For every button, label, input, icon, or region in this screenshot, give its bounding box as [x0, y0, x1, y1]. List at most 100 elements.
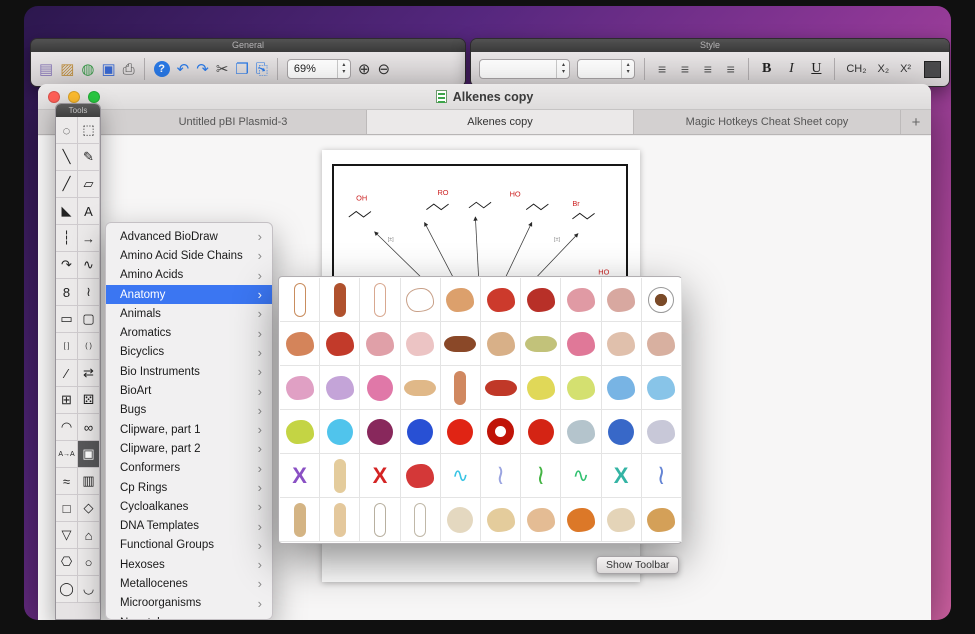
- clipart-blood-cells[interactable]: [521, 410, 561, 454]
- clipart-ear-2[interactable]: [642, 322, 682, 366]
- print-button[interactable]: ⎙: [123, 62, 135, 77]
- menu-item-advanced-biodraw[interactable]: Advanced BioDraw›: [106, 227, 272, 246]
- redo-button[interactable]: ↷: [196, 62, 209, 77]
- clipart-foot[interactable]: [521, 498, 561, 542]
- menu-item-anatomy[interactable]: Anatomy›: [106, 285, 272, 304]
- clipart-heart-section[interactable]: [521, 278, 561, 322]
- triangle-shape-tool[interactable]: ▽: [56, 522, 78, 549]
- bond-alt-tool[interactable]: ╱: [56, 171, 78, 198]
- shade-tool[interactable]: ▥: [78, 468, 100, 495]
- italic-button[interactable]: I: [783, 61, 801, 77]
- square-shape-tool[interactable]: □: [56, 495, 78, 522]
- clipart-pelvis[interactable]: [642, 498, 682, 542]
- clipart-body-silhouette[interactable]: [360, 278, 400, 322]
- zoom-in-button[interactable]: ⊕: [358, 60, 371, 78]
- menu-item-bicyclics[interactable]: Bicyclics›: [106, 343, 272, 362]
- clipart-skeleton-small[interactable]: [401, 498, 441, 542]
- zoom-window-button[interactable]: [88, 91, 100, 103]
- clipart-chromosomes-purple[interactable]: X: [280, 454, 320, 498]
- show-toolbar-button[interactable]: Show Toolbar: [596, 556, 679, 574]
- clipart-eye[interactable]: [642, 278, 682, 322]
- zoom-stepper[interactable]: ▴▾: [337, 60, 350, 78]
- clipart-head-profile[interactable]: [401, 278, 441, 322]
- subscript-button[interactable]: X₂: [875, 63, 891, 75]
- font-stepper[interactable]: ▴▾: [556, 60, 569, 78]
- menu-item-amino-acids[interactable]: Amino Acids›: [106, 266, 272, 285]
- wavy-line-tool[interactable]: ≈: [56, 468, 78, 495]
- clipart-nose[interactable]: [602, 322, 642, 366]
- menu-item-metallocenes[interactable]: Metallocenes›: [106, 574, 272, 593]
- menu-item-bio-instruments[interactable]: Bio Instruments›: [106, 362, 272, 381]
- new-tab-button[interactable]: +: [901, 110, 931, 134]
- circle-shape-tool[interactable]: ○: [78, 549, 100, 576]
- tab-alkenes-copy[interactable]: Alkenes copy: [367, 110, 634, 134]
- clipart-chromosome-teal[interactable]: X: [602, 454, 642, 498]
- text-tool[interactable]: A: [78, 198, 100, 225]
- color-well[interactable]: [924, 61, 941, 78]
- solid-bond-tool[interactable]: ╲: [56, 144, 78, 171]
- clipart-muscular-figure[interactable]: [320, 278, 360, 322]
- align-center-button[interactable]: ≡: [677, 61, 693, 77]
- slash-tool[interactable]: ∕: [56, 360, 78, 387]
- hexagon-shape-tool[interactable]: ⎔: [56, 549, 78, 576]
- curved-arrow-tool[interactable]: ↷: [56, 252, 78, 279]
- zoom-combobox[interactable]: 69% ▴▾: [287, 59, 351, 79]
- clipart-muscle[interactable]: [481, 366, 521, 410]
- rectangle-tool[interactable]: ▭: [56, 306, 78, 333]
- menu-item-cycloalkanes[interactable]: Cycloalkanes›: [106, 497, 272, 516]
- save-button[interactable]: ▣: [101, 62, 115, 77]
- arc-tool[interactable]: ◠: [56, 414, 78, 441]
- eraser-tool[interactable]: ▱: [78, 171, 100, 198]
- copy-button[interactable]: ❐: [235, 62, 248, 77]
- menu-item-dna-templates[interactable]: DNA Templates›: [106, 516, 272, 535]
- open-document-button[interactable]: ▨: [60, 62, 74, 77]
- font-combobox[interactable]: ▴▾: [479, 59, 570, 79]
- marquee-tool[interactable]: ⬚: [78, 117, 100, 144]
- clipart-brain-pink[interactable]: [561, 278, 601, 322]
- table-tool[interactable]: ⊞: [56, 387, 78, 414]
- ellipse-shape-tool[interactable]: ◯: [56, 576, 78, 603]
- zoom-out-button[interactable]: ⊖: [377, 60, 390, 78]
- paste-button[interactable]: ⎘: [256, 62, 268, 77]
- template-tool[interactable]: A→A: [56, 441, 78, 468]
- wedge-bond-tool[interactable]: ◣: [56, 198, 78, 225]
- rounded-rectangle-tool[interactable]: ▢: [78, 306, 100, 333]
- clipart-rna-strand[interactable]: ≀: [642, 454, 682, 498]
- align-justify-button[interactable]: ≡: [723, 61, 739, 77]
- undo-button[interactable]: ↶: [177, 62, 190, 77]
- clipart-lungs[interactable]: [360, 322, 400, 366]
- clipart-virus[interactable]: [360, 366, 400, 410]
- clipart-intestines[interactable]: [280, 322, 320, 366]
- clipart-cell-cyan[interactable]: [320, 410, 360, 454]
- clipart-human-body-outline[interactable]: [280, 278, 320, 322]
- align-left-button[interactable]: ≡: [654, 61, 670, 77]
- clipart-skin-layers[interactable]: [401, 366, 441, 410]
- clipart-nerve-cell[interactable]: [642, 366, 682, 410]
- clipart-stamp-tool[interactable]: ▣: [78, 441, 100, 468]
- diamond-shape-tool[interactable]: ◇: [78, 495, 100, 522]
- clipart-platelet[interactable]: [642, 410, 682, 454]
- clipart-pancreas[interactable]: [521, 322, 561, 366]
- menu-item-conformers[interactable]: Conformers›: [106, 459, 272, 478]
- clipart-ear[interactable]: [602, 278, 642, 322]
- arrow-tool[interactable]: →: [78, 225, 100, 252]
- clipart-dna-green[interactable]: ≀: [521, 454, 561, 498]
- tab-untitled-pbi-plasmid-3[interactable]: Untitled pBI Plasmid-3: [100, 110, 367, 134]
- clipart-cell-spotted[interactable]: [360, 410, 400, 454]
- clipart-uterus[interactable]: [561, 322, 601, 366]
- clipart-cell-purple[interactable]: [320, 366, 360, 410]
- clipart-brain[interactable]: [441, 278, 481, 322]
- clipart-bone[interactable]: [320, 454, 360, 498]
- clipart-neuron-green[interactable]: [280, 410, 320, 454]
- bold-button[interactable]: B: [758, 61, 776, 77]
- clipart-skeleton[interactable]: [360, 498, 400, 542]
- menu-item-nanotubes[interactable]: Nanotubes›: [106, 613, 272, 620]
- clipart-nerve-impulse[interactable]: ∿: [441, 454, 481, 498]
- chain-tool[interactable]: ∿: [78, 252, 100, 279]
- menu-item-bugs[interactable]: Bugs›: [106, 401, 272, 420]
- clipart-cell-blue[interactable]: [401, 410, 441, 454]
- close-button[interactable]: [48, 91, 60, 103]
- clipart-stomach[interactable]: [481, 322, 521, 366]
- clipart-skull[interactable]: [441, 498, 481, 542]
- open-from-web-button[interactable]: ◍: [81, 62, 94, 77]
